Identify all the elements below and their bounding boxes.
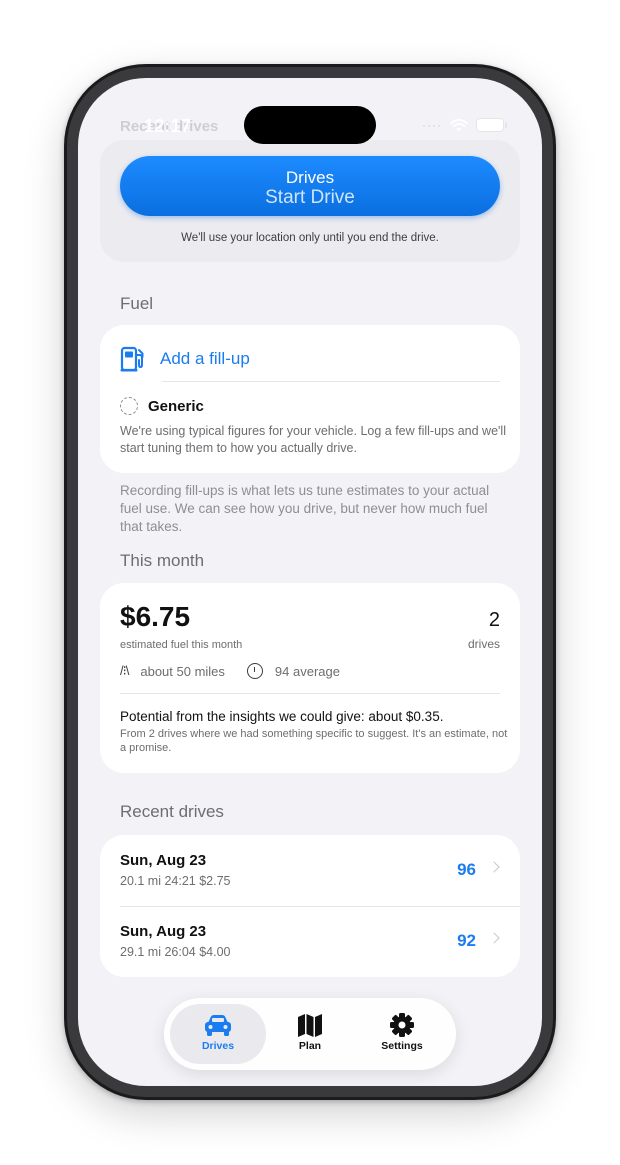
signal-icon: ····	[422, 118, 442, 132]
tab-settings[interactable]: Settings	[354, 1004, 450, 1064]
profile-description: We're using typical figures for your veh…	[120, 424, 506, 455]
tab-bar: Drives Plan Settings	[164, 998, 456, 1070]
month-distance: about 50 miles	[140, 663, 225, 679]
drives-count: 2	[488, 609, 500, 631]
fuel-card: Add a fill-up Generic We're using typica…	[100, 325, 520, 473]
start-drive-card: Drives Start Drive We'll use your locati…	[100, 140, 520, 262]
gauge-icon	[246, 663, 263, 679]
tab-drives[interactable]: Drives	[170, 1004, 266, 1064]
nav-title: Drives	[285, 167, 335, 187]
profile-label: Generic	[148, 397, 204, 415]
add-fill-up-button[interactable]: Add a fill-up	[120, 339, 500, 379]
add-fill-up-label: Add a fill-up	[160, 349, 250, 368]
profile-row: Generic	[120, 397, 204, 415]
map-icon	[298, 1014, 322, 1037]
drive-row[interactable]: Sun, Aug 23 20.1 mi 24:21 $2.75 96	[100, 835, 520, 906]
screen: Recent drives 12:17 ···· Drives Start Dr…	[78, 78, 542, 1086]
potential-title: Potential from the insights we could giv…	[120, 709, 444, 724]
drive-score: 96	[457, 860, 476, 879]
drives-count-label: drives	[467, 637, 500, 651]
start-drive-button[interactable]: Drives Start Drive	[120, 156, 500, 216]
car-icon	[205, 1015, 231, 1036]
drive-date: Sun, Aug 23	[120, 923, 207, 940]
drive-date: Sun, Aug 23	[120, 852, 207, 869]
dashed-circle-icon	[120, 397, 138, 415]
road-icon: /⁝\	[120, 663, 129, 678]
chevron-right-icon	[488, 932, 500, 944]
fuel-footnote: Recording fill-ups is what lets us tune …	[120, 483, 490, 534]
fuel-section-title: Fuel	[120, 294, 154, 313]
tab-label: Drives	[201, 1040, 235, 1052]
month-amount: $6.75	[120, 601, 191, 632]
gear-icon	[390, 1013, 414, 1037]
month-section-title: This month	[120, 551, 205, 570]
month-card: $6.75 estimated fuel this month 2 drives…	[100, 583, 520, 773]
drive-row[interactable]: Sun, Aug 23 29.1 mi 26:04 $4.00 92	[100, 906, 520, 977]
fuel-divider	[162, 381, 500, 382]
chevron-right-icon	[488, 861, 500, 873]
tab-label: Settings	[381, 1040, 423, 1052]
month-stats: /⁝\ about 50 miles 94 average	[120, 663, 340, 679]
month-divider	[120, 693, 500, 694]
tab-label: Plan	[298, 1040, 322, 1052]
tab-plan[interactable]: Plan	[262, 1004, 358, 1064]
recent-section-title: Recent drives	[120, 802, 224, 821]
wifi-icon	[450, 118, 468, 131]
month-average: 94 average	[274, 663, 340, 679]
drive-meta: 29.1 mi 26:04 $4.00	[120, 945, 231, 959]
status-time: 12:17	[144, 116, 192, 136]
location-note: We'll use your location only until you e…	[181, 232, 439, 244]
phone-frame: Recent drives 12:17 ···· Drives Start Dr…	[64, 64, 556, 1100]
recent-drives-card: Sun, Aug 23 20.1 mi 24:21 $2.75 96 Sun, …	[100, 835, 520, 977]
month-amount-label: estimated fuel this month	[120, 639, 243, 651]
drive-score: 92	[457, 931, 476, 950]
drive-meta: 20.1 mi 24:21 $2.75	[120, 874, 231, 888]
stage: Recent drives 12:17 ···· Drives Start Dr…	[0, 0, 620, 1165]
status-indicators: ····	[422, 118, 507, 132]
dynamic-island	[244, 106, 376, 144]
start-drive-label: Start Drive	[265, 186, 355, 208]
fuel-pump-icon	[120, 346, 144, 372]
potential-subtitle: From 2 drives where we had something spe…	[120, 728, 508, 754]
battery-icon	[476, 118, 507, 132]
